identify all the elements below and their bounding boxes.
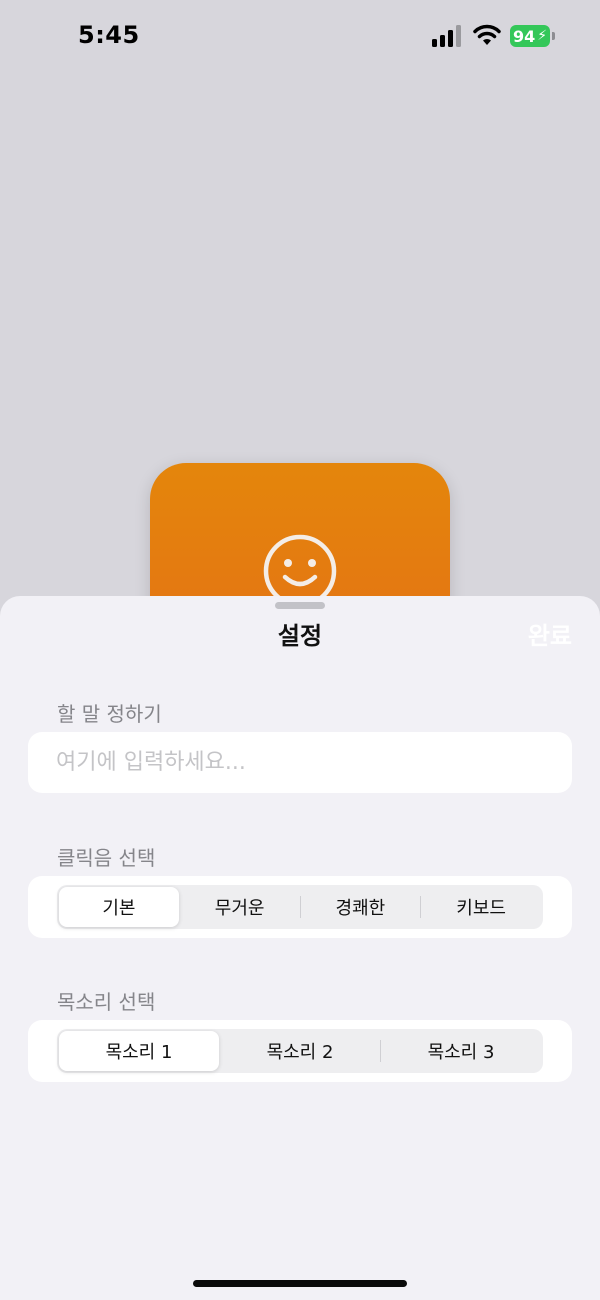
message-input-box (28, 732, 572, 793)
voice-option-2[interactable]: 목소리 2 (220, 1031, 380, 1071)
battery-level: 94 (512, 26, 536, 46)
voice-box: 목소리 1 목소리 2 목소리 3 (28, 1020, 572, 1082)
settings-sheet: 설정 완료 할 말 정하기 클릭음 선택 기본 무거운 경쾌한 키보드 목소리 … (0, 596, 600, 1300)
click-sound-box: 기본 무거운 경쾌한 키보드 (28, 876, 572, 938)
done-button[interactable]: 완료 (528, 616, 572, 651)
click-sound-option-light[interactable]: 경쾌한 (301, 887, 421, 927)
voice-option-1[interactable]: 목소리 1 (59, 1031, 219, 1071)
wifi-icon (473, 24, 501, 45)
battery-nub (552, 32, 555, 40)
sheet-grabber[interactable] (275, 602, 325, 609)
home-indicator[interactable] (193, 1280, 407, 1287)
message-input[interactable] (28, 732, 572, 793)
click-sound-option-heavy[interactable]: 무거운 (180, 887, 300, 927)
click-sound-option-basic[interactable]: 기본 (59, 887, 179, 927)
status-bar: 5:45 94 ⚡ (0, 0, 600, 70)
click-sound-segmented-control: 기본 무거운 경쾌한 키보드 (57, 885, 543, 929)
sheet-title: 설정 (277, 622, 323, 650)
voice-option-3[interactable]: 목소리 3 (381, 1031, 541, 1071)
cellular-signal-icon (432, 25, 461, 47)
click-sound-section-label: 클릭음 선택 (57, 846, 156, 870)
message-section-label: 할 말 정하기 (57, 702, 162, 726)
click-sound-option-keyboard[interactable]: 키보드 (421, 887, 541, 927)
voice-segmented-control: 목소리 1 목소리 2 목소리 3 (57, 1029, 543, 1073)
status-time: 5:45 (78, 21, 140, 49)
charging-bolt-icon: ⚡ (537, 28, 548, 44)
voice-section-label: 목소리 선택 (57, 990, 156, 1014)
battery-indicator: 94 ⚡ (510, 25, 550, 47)
